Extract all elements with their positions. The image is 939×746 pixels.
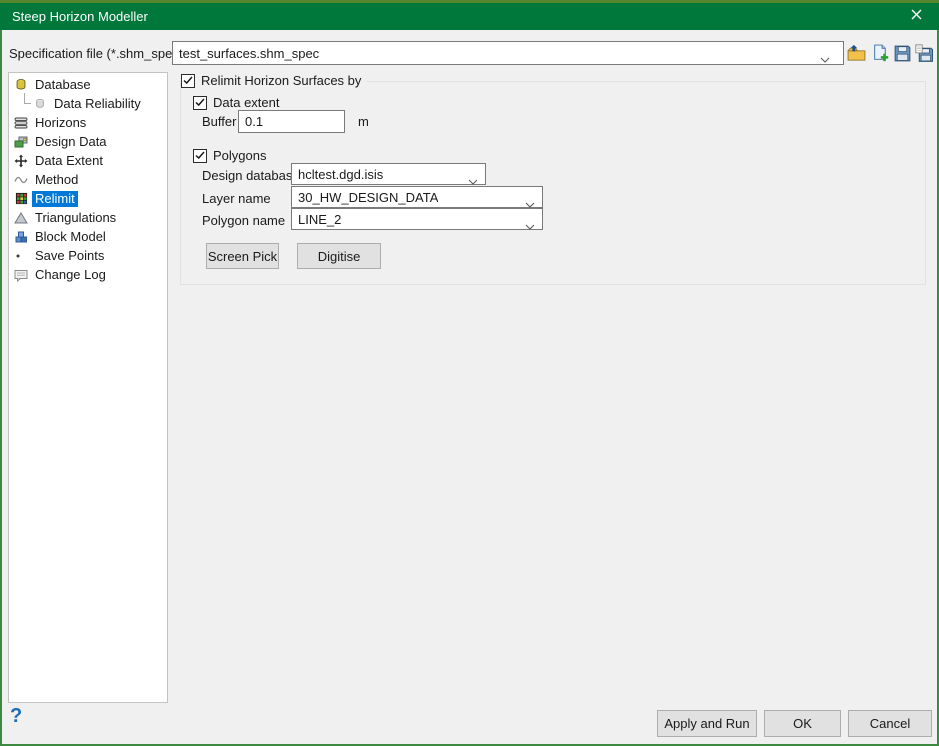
sidebar-item-database[interactable]: Database bbox=[9, 75, 167, 94]
layer-name-value: 30_HW_DESIGN_DATA bbox=[298, 190, 438, 205]
buffer-input[interactable] bbox=[238, 110, 345, 133]
design-database-value: hcltest.dgd.isis bbox=[298, 167, 383, 182]
cancel-button[interactable]: Cancel bbox=[848, 710, 932, 737]
apply-and-run-button[interactable]: Apply and Run bbox=[657, 710, 757, 737]
method-icon bbox=[14, 173, 28, 187]
horizons-icon bbox=[14, 116, 28, 130]
spec-file-dropdown-chevron-icon[interactable] bbox=[820, 51, 830, 66]
ok-button[interactable]: OK bbox=[764, 710, 841, 737]
relimit-icon bbox=[14, 192, 28, 206]
sidebar-item-label: Block Model bbox=[32, 229, 109, 245]
tree-connector bbox=[24, 93, 31, 104]
window-title: Steep Horizon Modeller bbox=[0, 9, 148, 24]
relimit-surfaces-checkbox-row: Relimit Horizon Surfaces by bbox=[181, 73, 367, 88]
sidebar-tree: Database Data Reliability Horizons bbox=[8, 72, 168, 703]
spec-file-input[interactable] bbox=[172, 41, 844, 65]
block-model-icon bbox=[14, 230, 28, 244]
sidebar-item-data-extent[interactable]: Data Extent bbox=[9, 151, 167, 170]
triangulations-icon bbox=[14, 211, 28, 225]
sidebar-item-data-reliability[interactable]: Data Reliability bbox=[9, 94, 167, 113]
save-icon[interactable] bbox=[893, 44, 912, 63]
screen-pick-button[interactable]: Screen Pick bbox=[206, 243, 279, 269]
sidebar-item-block-model[interactable]: Block Model bbox=[9, 227, 167, 246]
polygon-name-value: LINE_2 bbox=[298, 212, 341, 227]
open-folder-icon[interactable] bbox=[847, 44, 866, 63]
save-points-icon bbox=[14, 249, 28, 263]
close-button[interactable] bbox=[894, 0, 939, 30]
data-extent-checkbox-row: Data extent bbox=[193, 95, 280, 110]
sidebar-item-label: Relimit bbox=[32, 191, 78, 207]
sidebar-item-horizons[interactable]: Horizons bbox=[9, 113, 167, 132]
sidebar-item-label: Change Log bbox=[32, 267, 109, 283]
sidebar-item-label: Data Reliability bbox=[51, 96, 144, 112]
sidebar-item-label: Database bbox=[32, 77, 94, 93]
sidebar-item-label: Method bbox=[32, 172, 81, 188]
data-extent-icon bbox=[14, 154, 28, 168]
polygons-checkbox[interactable] bbox=[193, 149, 207, 163]
new-specification-icon[interactable] bbox=[871, 44, 890, 63]
polygons-label: Polygons bbox=[213, 148, 266, 163]
buffer-label: Buffer bbox=[202, 114, 236, 129]
sidebar-item-method[interactable]: Method bbox=[9, 170, 167, 189]
buffer-unit-label: m bbox=[358, 114, 369, 129]
layer-name-combobox[interactable]: 30_HW_DESIGN_DATA bbox=[291, 186, 543, 208]
layer-name-label: Layer name bbox=[202, 191, 271, 206]
close-icon bbox=[911, 8, 922, 23]
sidebar-item-label: Horizons bbox=[32, 115, 89, 131]
save-as-icon[interactable] bbox=[915, 44, 934, 63]
help-button[interactable]: ? bbox=[10, 705, 22, 727]
design-data-icon bbox=[14, 135, 28, 149]
window-border-left bbox=[0, 30, 2, 746]
data-extent-checkbox[interactable] bbox=[193, 96, 207, 110]
spec-file-label: Specification file (*.shm_spec) bbox=[9, 46, 183, 61]
digitise-button[interactable]: Digitise bbox=[297, 243, 381, 269]
sidebar-item-relimit[interactable]: Relimit bbox=[9, 189, 167, 208]
sidebar-item-label: Data Extent bbox=[32, 153, 106, 169]
sidebar-item-label: Design Data bbox=[32, 134, 110, 150]
change-log-icon bbox=[14, 268, 28, 282]
sidebar-item-save-points[interactable]: Save Points bbox=[9, 246, 167, 265]
sidebar-item-change-log[interactable]: Change Log bbox=[9, 265, 167, 284]
polygon-name-label: Polygon name bbox=[202, 213, 285, 228]
steep-horizon-modeller-dialog: Steep Horizon Modeller Specification fil… bbox=[0, 0, 939, 746]
polygons-checkbox-row: Polygons bbox=[193, 148, 266, 163]
chevron-down-icon bbox=[525, 218, 535, 233]
database-icon bbox=[14, 78, 28, 92]
relimit-surfaces-checkbox[interactable] bbox=[181, 74, 195, 88]
sidebar-item-label: Triangulations bbox=[32, 210, 119, 226]
sidebar-item-label: Save Points bbox=[32, 248, 107, 264]
design-database-label: Design database bbox=[202, 168, 300, 183]
data-reliability-icon bbox=[33, 97, 47, 111]
sidebar-item-design-data[interactable]: Design Data bbox=[9, 132, 167, 151]
data-extent-label: Data extent bbox=[213, 95, 280, 110]
titlebar: Steep Horizon Modeller bbox=[0, 0, 939, 30]
relimit-surfaces-label: Relimit Horizon Surfaces by bbox=[201, 73, 361, 88]
sidebar-item-triangulations[interactable]: Triangulations bbox=[9, 208, 167, 227]
design-database-combobox[interactable]: hcltest.dgd.isis bbox=[291, 163, 486, 185]
polygon-name-combobox[interactable]: LINE_2 bbox=[291, 208, 543, 230]
